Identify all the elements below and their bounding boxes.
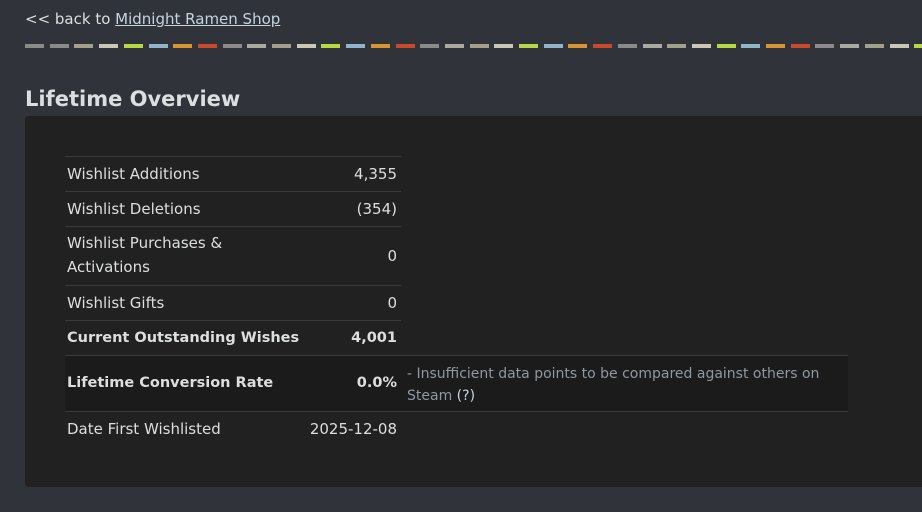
- stripe-segment: [543, 44, 563, 48]
- stripe-segment: [840, 44, 860, 48]
- wishlist-deletions-value: (354): [356, 200, 397, 218]
- stripe-segment: [691, 44, 711, 48]
- stripe-segment: [197, 44, 217, 48]
- row-lifetime-conversion-rate: Lifetime Conversion Rate 0.0% - Insuffic…: [65, 355, 848, 412]
- stripe-segment: [815, 44, 835, 48]
- stripe-segment: [593, 44, 613, 48]
- stripe-segment: [222, 44, 242, 48]
- stripe-segment: [370, 44, 390, 48]
- stripe-segment: [889, 44, 909, 48]
- stripe-segment: [667, 44, 687, 48]
- help-tooltip-trigger[interactable]: (?): [457, 388, 475, 404]
- back-to-app-link[interactable]: Midnight Ramen Shop: [115, 10, 280, 28]
- lifetime-overview-panel: Wishlist Additions 4,355 Wishlist Deleti…: [25, 116, 922, 487]
- stripe-segment: [617, 44, 637, 48]
- outstanding-wishes-value: 4,001: [351, 330, 397, 346]
- row-wishlist-additions: Wishlist Additions 4,355: [65, 156, 401, 191]
- stripe-segment: [568, 44, 588, 48]
- conversion-rate-note: - Insufficient data points to be compare…: [407, 363, 839, 407]
- stripe-segment: [272, 44, 291, 48]
- row-wishlist-gifts: Wishlist Gifts 0: [65, 285, 401, 320]
- wishlist-gifts-label: Wishlist Gifts: [67, 294, 165, 312]
- conversion-rate-cell: Lifetime Conversion Rate 0.0%: [65, 356, 401, 411]
- outstanding-wishes-label: Current Outstanding Wishes: [67, 330, 300, 346]
- back-prefix: << back to: [25, 10, 111, 28]
- page-title: Lifetime Overview: [25, 87, 241, 111]
- wishlist-gifts-value: 0: [387, 294, 397, 312]
- stripe-segment: [74, 44, 94, 48]
- wishlist-additions-label: Wishlist Additions: [67, 165, 200, 183]
- stripe-segment: [519, 44, 538, 48]
- date-first-wishlisted-label: Date First Wishlisted: [67, 420, 221, 438]
- stripe-segment: [716, 44, 736, 48]
- row-date-first-wishlisted: Date First Wishlisted 2025-12-08: [65, 412, 401, 447]
- conversion-rate-value: 0.0%: [356, 375, 397, 391]
- wishlist-additions-value: 4,355: [354, 165, 397, 183]
- row-wishlist-deletions: Wishlist Deletions (354): [65, 191, 401, 226]
- stripe-segment: [148, 44, 168, 48]
- stripe-segment: [346, 44, 366, 48]
- stripe-segment: [395, 44, 415, 48]
- wishlist-purchases-label: Wishlist Purchases & Activations: [67, 234, 223, 276]
- stripe-segment: [741, 44, 761, 48]
- row-current-outstanding-wishes: Current Outstanding Wishes 4,001: [65, 320, 401, 355]
- stripe-segment: [494, 44, 514, 48]
- stripe-segment: [642, 44, 662, 48]
- stripe-segment: [790, 44, 810, 48]
- wishlist-deletions-label: Wishlist Deletions: [67, 200, 201, 218]
- stripe-segment: [469, 44, 489, 48]
- stripe-segment: [444, 44, 464, 48]
- stripe-segment: [247, 44, 267, 48]
- wishlist-purchases-value: 0: [387, 247, 397, 265]
- stripe-segment: [864, 44, 884, 48]
- stripe-segment: [123, 44, 143, 48]
- stripe-segment: [49, 44, 69, 48]
- stripe-segment: [25, 44, 44, 48]
- decorative-stripe-divider: [25, 44, 922, 48]
- row-wishlist-purchases: Wishlist Purchases & Activations 0: [65, 226, 401, 285]
- stripe-segment: [766, 44, 785, 48]
- back-navigation: << back to Midnight Ramen Shop: [25, 10, 280, 28]
- stripe-segment: [914, 44, 922, 48]
- stripe-segment: [173, 44, 193, 48]
- stripe-segment: [420, 44, 440, 48]
- stripe-segment: [99, 44, 119, 48]
- date-first-wishlisted-value: 2025-12-08: [309, 420, 397, 438]
- conversion-rate-label: Lifetime Conversion Rate: [67, 375, 274, 391]
- stripe-segment: [321, 44, 341, 48]
- stripe-segment: [296, 44, 316, 48]
